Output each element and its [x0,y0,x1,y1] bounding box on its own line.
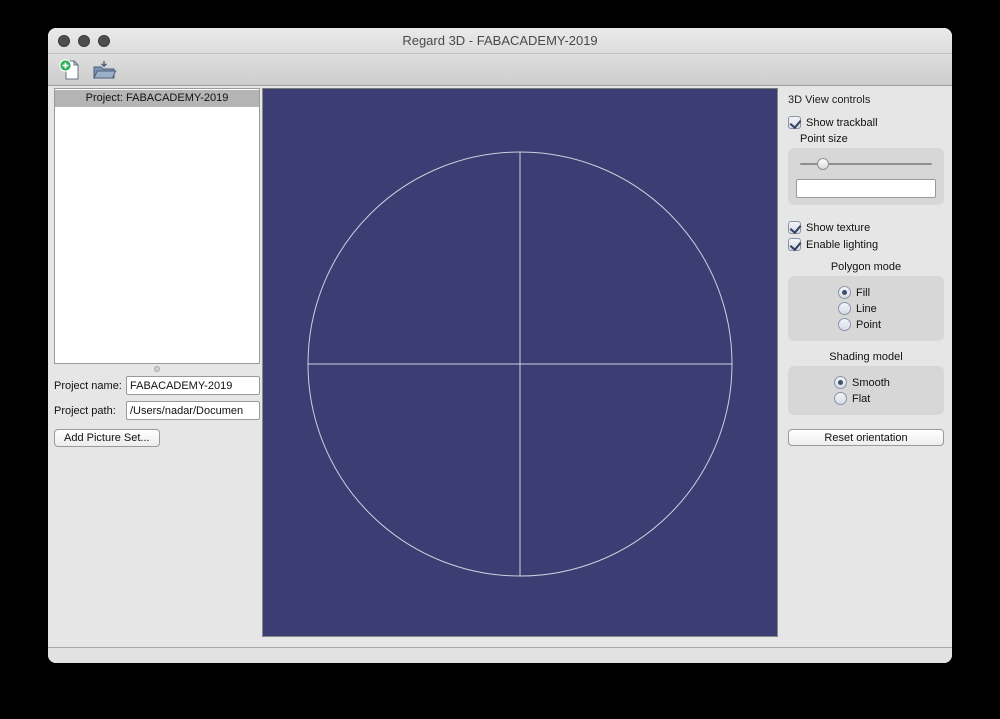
tree-item-project[interactable]: Project: FABACADEMY-2019 [55,90,259,107]
view-controls-panel: 3D View controls Show trackball Point si… [778,88,952,639]
polygon-mode-label: Polygon mode [830,261,902,273]
reset-orientation-button[interactable]: Reset orientation [788,429,944,446]
shading-flat-radio[interactable] [834,392,847,405]
show-texture-checkbox[interactable] [788,221,801,234]
shading-model-group: Smooth Flat [788,366,944,415]
panel-splitter[interactable] [54,364,260,373]
close-button[interactable] [58,35,70,47]
open-project-icon [93,60,117,78]
zoom-button[interactable] [98,35,110,47]
shading-smooth-label: Smooth [852,376,890,389]
point-size-input[interactable] [796,179,936,198]
polygon-mode-group: Fill Line Point [788,276,944,341]
project-name-input[interactable] [126,376,260,395]
app-window: Regard 3D - FABACADEMY-2019 Project: FAB… [48,28,952,663]
show-trackball-label: Show trackball [806,116,878,129]
new-project-button[interactable] [56,57,84,83]
show-texture-row[interactable]: Show texture [788,221,946,234]
main-toolbar [48,54,952,86]
project-name-row: Project name: [54,375,260,396]
trackball-graphic [307,151,733,577]
point-size-slider[interactable] [800,157,932,171]
project-panel: Project: FABACADEMY-2019 Project name: P… [48,88,262,639]
show-texture-label: Show texture [806,221,871,234]
polygon-point-label: Point [856,318,882,331]
traffic-lights [58,28,110,54]
point-size-label: Point size [800,133,848,145]
status-bar [48,647,952,663]
enable-lighting-label: Enable lighting [806,238,879,251]
open-project-button[interactable] [90,57,118,83]
view-controls-title: 3D View controls [788,94,871,106]
shading-smooth-radio[interactable] [834,376,847,389]
polygon-line-label: Line [856,302,877,315]
title-bar[interactable]: Regard 3D - FABACADEMY-2019 [48,28,952,54]
polygon-line-row[interactable]: Line [838,302,936,315]
add-picture-set-button[interactable]: Add Picture Set... [54,429,160,447]
splitter-handle-icon [154,365,160,372]
shading-flat-label: Flat [852,392,871,405]
new-project-icon [59,58,80,79]
shading-model-label: Shading model [829,351,903,363]
show-trackball-checkbox[interactable] [788,116,801,129]
enable-lighting-row[interactable]: Enable lighting [788,238,946,251]
project-tree[interactable]: Project: FABACADEMY-2019 [54,88,260,364]
polygon-line-radio[interactable] [838,302,851,315]
polygon-fill-radio[interactable] [838,286,851,299]
window-title: Regard 3D - FABACADEMY-2019 [402,33,598,48]
point-size-group [788,148,944,205]
project-name-label: Project name: [54,379,122,392]
polygon-point-radio[interactable] [838,318,851,331]
shading-smooth-row[interactable]: Smooth [834,376,936,389]
minimize-button[interactable] [78,35,90,47]
3d-viewport[interactable] [262,88,778,637]
polygon-point-row[interactable]: Point [838,318,936,331]
polygon-fill-label: Fill [856,286,871,299]
polygon-fill-row[interactable]: Fill [838,286,936,299]
show-trackball-row[interactable]: Show trackball [788,116,946,129]
enable-lighting-checkbox[interactable] [788,238,801,251]
project-path-input[interactable] [126,401,260,420]
project-path-row: Project path: [54,400,260,421]
desktop-background: Regard 3D - FABACADEMY-2019 Project: FAB… [0,0,1000,719]
slider-thumb[interactable] [817,158,830,170]
project-path-label: Project path: [54,404,116,417]
shading-flat-row[interactable]: Flat [834,392,936,405]
main-content: Project: FABACADEMY-2019 Project name: P… [48,86,952,639]
